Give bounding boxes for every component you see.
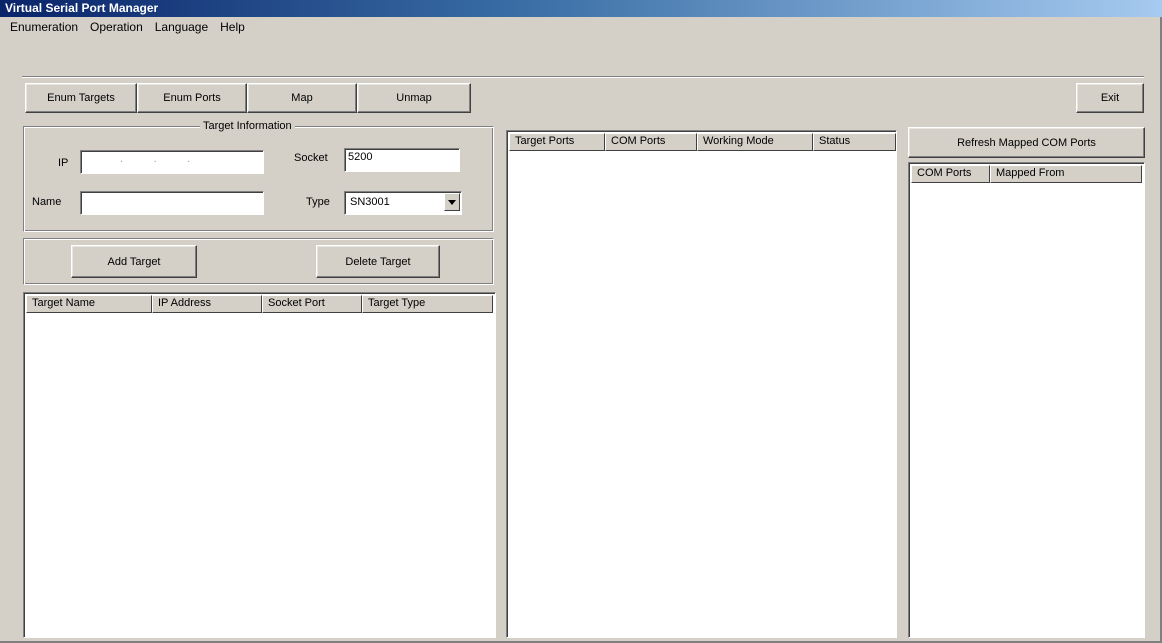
refresh-mapped-com-ports-button[interactable]: Refresh Mapped COM Ports [908,127,1145,158]
name-input[interactable] [80,191,264,215]
type-select[interactable]: SN3001 [344,191,462,215]
chevron-down-icon[interactable] [444,193,460,211]
exit-button[interactable]: Exit [1076,83,1144,113]
toolbar-separator [22,76,1144,78]
target-information-group [23,126,494,232]
menu-help[interactable]: Help [214,20,251,34]
column-socket-port[interactable]: Socket Port [262,295,362,313]
column-target-ports[interactable]: Target Ports [509,133,605,151]
main-window: Virtual Serial Port Manager Enumeration … [0,0,1162,643]
column-com-ports[interactable]: COM Ports [605,133,697,151]
type-label: Type [306,196,330,208]
map-button[interactable]: Map [247,83,357,113]
column-status[interactable]: Status [813,133,896,151]
menu-language[interactable]: Language [149,20,214,34]
column-ip-address[interactable]: IP Address [152,295,262,313]
target-information-title: Target Information [200,120,295,132]
ip-address-value: . . . [120,153,191,165]
targets-list-header: Target Name IP Address Socket Port Targe… [26,295,493,313]
delete-target-button[interactable]: Delete Target [316,245,440,278]
menu-operation[interactable]: Operation [84,20,149,34]
socket-label: Socket [294,152,328,164]
name-label: Name [32,196,62,208]
column-target-type[interactable]: Target Type [362,295,493,313]
menu-enumeration[interactable]: Enumeration [4,20,84,34]
menu-bar: Enumeration Operation Language Help [0,17,1162,37]
column-target-name[interactable]: Target Name [26,295,152,313]
ip-label: IP [58,157,69,169]
enum-targets-button[interactable]: Enum Targets [25,83,137,113]
ports-list-header: Target Ports COM Ports Working Mode Stat… [509,133,896,151]
mapped-ports-list[interactable]: COM Ports Mapped From [908,162,1145,638]
unmap-button[interactable]: Unmap [357,83,471,113]
ports-list[interactable]: Target Ports COM Ports Working Mode Stat… [506,130,897,638]
type-selected-value: SN3001 [350,196,390,208]
column-working-mode[interactable]: Working Mode [697,133,813,151]
targets-list[interactable]: Target Name IP Address Socket Port Targe… [23,292,496,638]
ip-address-input[interactable]: . . . [80,150,264,174]
window-title: Virtual Serial Port Manager [5,1,159,15]
add-target-button[interactable]: Add Target [71,245,197,278]
socket-input[interactable]: 5200 [344,148,460,172]
enum-ports-button[interactable]: Enum Ports [137,83,247,113]
title-bar[interactable]: Virtual Serial Port Manager [0,0,1162,17]
column-mapped-com-ports[interactable]: COM Ports [911,165,990,183]
column-mapped-from[interactable]: Mapped From [990,165,1142,183]
mapped-ports-list-header: COM Ports Mapped From [911,165,1142,183]
